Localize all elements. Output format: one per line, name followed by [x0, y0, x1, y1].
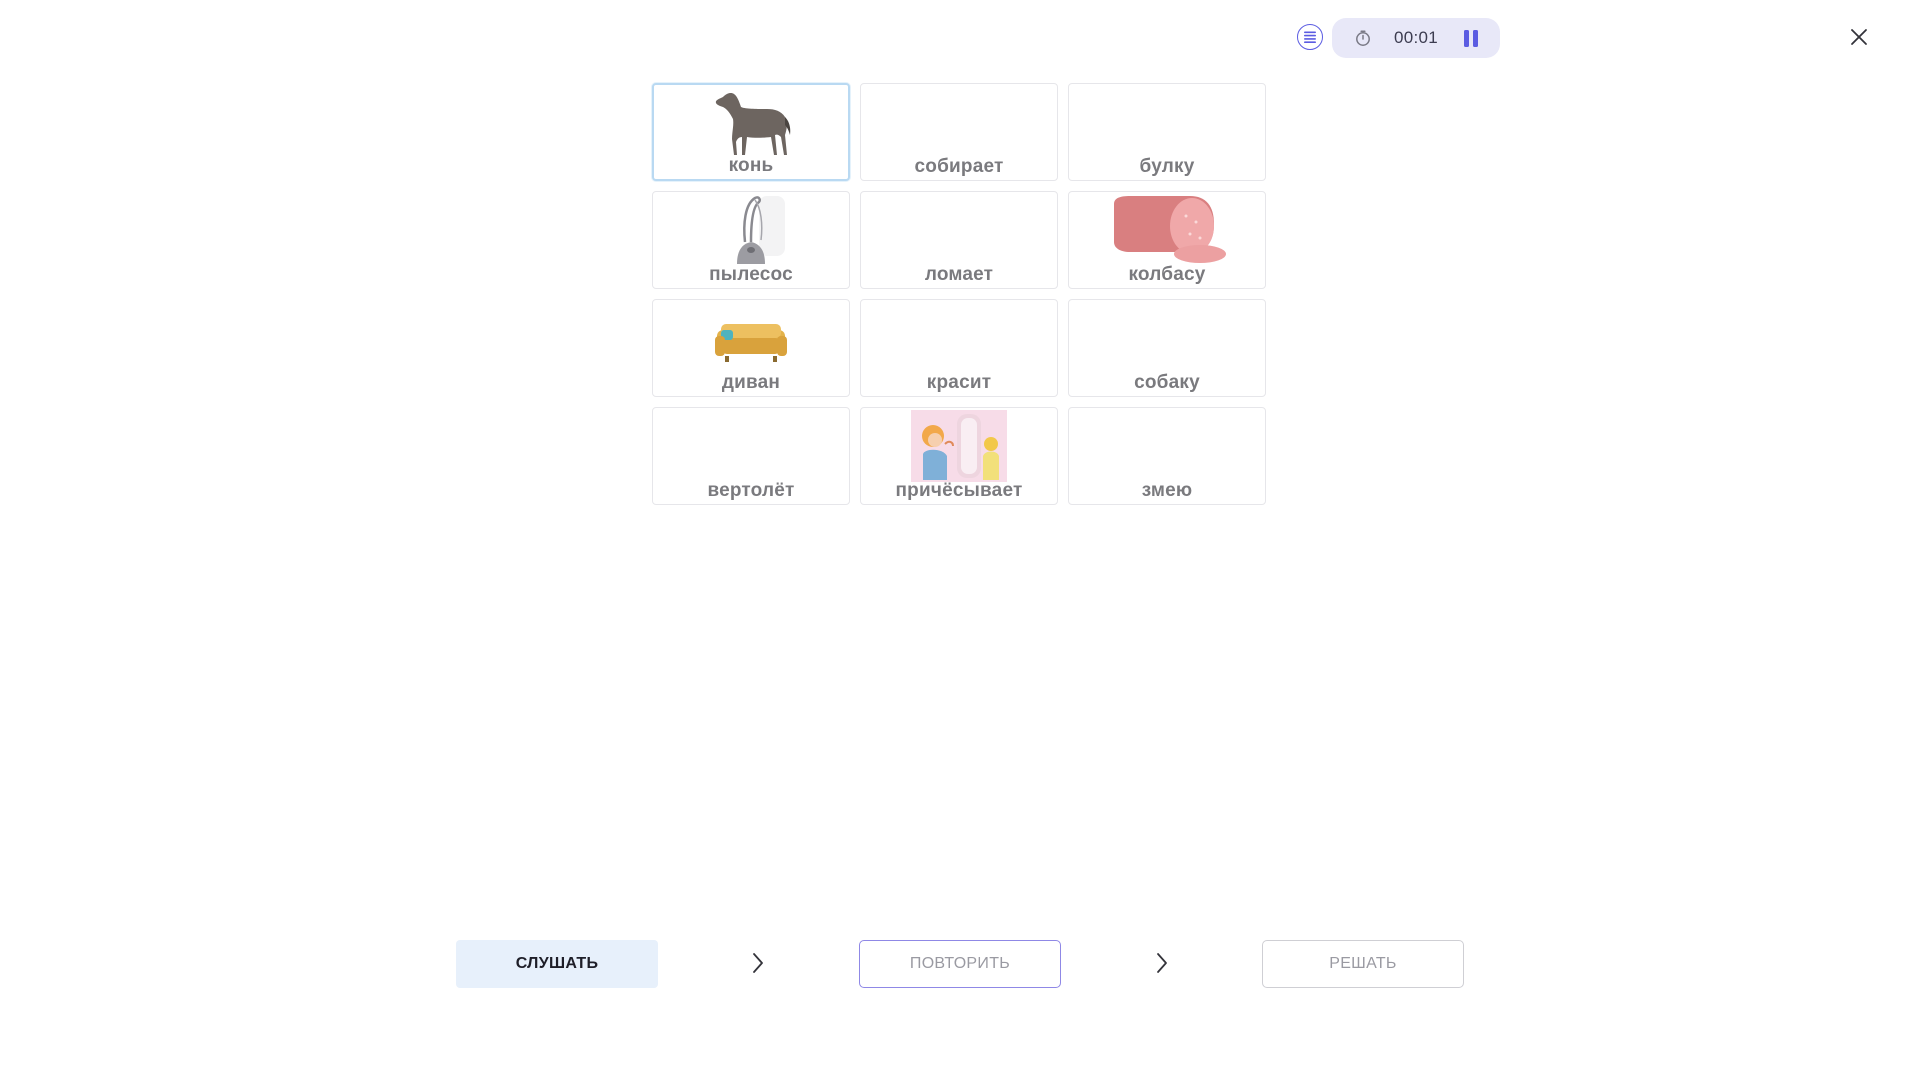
chevron-right-icon: [1157, 953, 1167, 973]
card-word: ломает: [924, 264, 994, 285]
word-card[interactable]: змею: [1068, 407, 1266, 505]
vacuum-cleaner-picture: [653, 194, 849, 266]
word-card[interactable]: ломает: [860, 191, 1058, 289]
repeat-button[interactable]: ПОВТОРИТЬ: [859, 940, 1061, 988]
card-word: причёсывает: [895, 480, 1023, 501]
timer-panel: 00:01: [1332, 18, 1500, 58]
stopwatch-icon: [1354, 29, 1372, 47]
list-icon: [1304, 31, 1316, 43]
close-icon: [1851, 29, 1867, 45]
solve-button[interactable]: РЕШАТЬ: [1262, 940, 1464, 988]
word-card[interactable]: конь: [652, 83, 850, 181]
chevron-right-icon: [753, 953, 763, 973]
horse-picture: [654, 87, 848, 159]
girl-combing-hair-picture: [861, 410, 1057, 482]
listen-button[interactable]: СЛУШАТЬ: [456, 940, 658, 988]
menu-list-button[interactable]: [1297, 24, 1323, 50]
pause-icon: [1464, 29, 1469, 47]
word-card[interactable]: причёсывает: [860, 407, 1058, 505]
pause-button[interactable]: [1460, 26, 1482, 51]
word-card[interactable]: пылесос: [652, 191, 850, 289]
word-card[interactable]: вертолёт: [652, 407, 850, 505]
card-word: конь: [728, 155, 774, 176]
card-word: змею: [1141, 480, 1193, 501]
close-button[interactable]: [1846, 24, 1872, 50]
card-word: диван: [721, 372, 781, 393]
word-card[interactable]: колбасу: [1068, 191, 1266, 289]
card-word: вертолёт: [707, 480, 795, 501]
card-word: колбасу: [1128, 264, 1206, 285]
word-card[interactable]: диван: [652, 299, 850, 397]
card-word: собаку: [1134, 372, 1200, 393]
word-card[interactable]: собаку: [1068, 299, 1266, 397]
sausage-picture: [1069, 194, 1265, 266]
card-word: пылесос: [709, 264, 793, 285]
sofa-picture: [653, 302, 849, 374]
card-word: собирает: [914, 156, 1004, 177]
word-card[interactable]: собирает: [860, 83, 1058, 181]
word-card-grid: конь собирает булку пылесос ломает колба…: [652, 83, 1266, 505]
timer-value: 00:01: [1394, 28, 1439, 47]
word-card[interactable]: красит: [860, 299, 1058, 397]
word-card[interactable]: булку: [1068, 83, 1266, 181]
card-word: булку: [1139, 156, 1195, 177]
card-word: красит: [926, 372, 992, 393]
exercise-screen: 00:01 конь собирает булку пылесос ломает…: [0, 0, 1920, 1080]
